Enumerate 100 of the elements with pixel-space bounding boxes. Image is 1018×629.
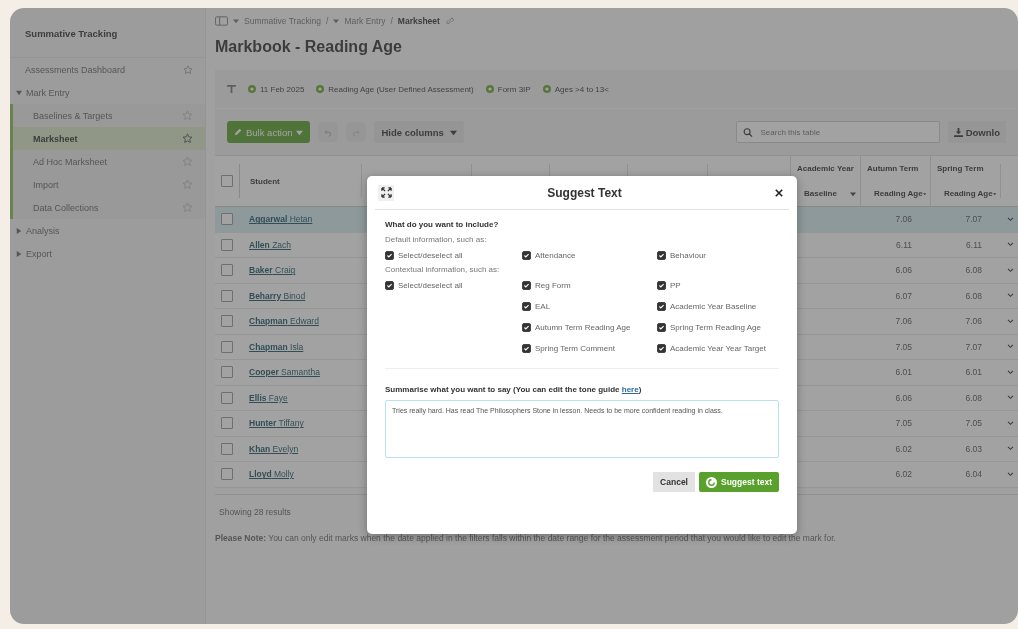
student-link[interactable]: Chapman Edward: [249, 316, 319, 327]
checkbox[interactable]: [385, 250, 394, 260]
checkbox-label[interactable]: Autumn Term Reading Age: [535, 322, 631, 332]
checkbox-label[interactable]: Behaviour: [670, 250, 707, 260]
caret-icon[interactable]: [333, 18, 340, 24]
checkbox-label[interactable]: Reg Form: [535, 280, 571, 290]
select-all-checkbox[interactable]: [221, 175, 233, 187]
sidebar-section[interactable]: Analysis: [10, 219, 205, 242]
column-header[interactable]: Reading Age: [861, 189, 930, 198]
star-icon[interactable]: [183, 64, 193, 75]
checkbox[interactable]: [657, 343, 666, 353]
column-header[interactable]: Reading Age: [931, 189, 1000, 198]
suggest-text-button[interactable]: Suggest text: [699, 472, 779, 492]
student-link[interactable]: Cooper Samantha: [249, 367, 320, 378]
student-link[interactable]: Khan Evelyn: [249, 443, 299, 454]
student-link[interactable]: Beharry Binod: [249, 290, 306, 301]
row-checkbox[interactable]: [221, 264, 233, 277]
chevron-icon[interactable]: [1006, 471, 1014, 477]
row-checkbox[interactable]: [221, 391, 233, 404]
checkbox[interactable]: [522, 322, 531, 332]
student-link[interactable]: Hunter Tiffany: [249, 418, 304, 429]
chevron-icon[interactable]: [1006, 344, 1014, 350]
student-link[interactable]: Ellis Faye: [249, 392, 288, 403]
breadcrumb-link[interactable]: Marksheet: [397, 16, 440, 26]
student-link[interactable]: Baker Craig: [249, 265, 296, 276]
checkbox[interactable]: [522, 250, 531, 260]
checkbox-label[interactable]: EAL: [535, 301, 551, 311]
chevron-icon[interactable]: [1006, 420, 1014, 426]
row-checkbox[interactable]: [221, 238, 233, 251]
sidebar-item[interactable]: Marksheet: [10, 127, 205, 150]
table-cell-text: 6.06: [894, 392, 913, 403]
star-icon[interactable]: [182, 133, 193, 144]
checkbox[interactable]: [522, 301, 531, 311]
download-button[interactable]: Downlo: [947, 121, 1006, 143]
filter-chip[interactable]: 11 Feb 2025: [248, 84, 305, 94]
breadcrumb-link[interactable]: Summative Tracking: [244, 16, 321, 26]
caret-icon[interactable]: [233, 18, 239, 24]
chevron-icon[interactable]: [1006, 318, 1014, 324]
chevron-icon[interactable]: [1006, 267, 1014, 273]
table-cell-text: 6.06: [894, 265, 913, 276]
checkbox-label[interactable]: Academic Year Year Target: [670, 343, 766, 353]
student-link[interactable]: Lloyd Molly: [249, 469, 294, 480]
chevron-icon[interactable]: [1006, 369, 1014, 375]
panel-icon[interactable]: [215, 16, 228, 26]
row-checkbox[interactable]: [221, 315, 233, 328]
table-cell-text: 7.07: [964, 214, 983, 225]
student-link[interactable]: Allen Zach: [249, 239, 292, 250]
row-checkbox[interactable]: [221, 417, 233, 430]
student-link[interactable]: Chapman Isla: [249, 341, 304, 352]
chevron-icon[interactable]: [1006, 216, 1014, 222]
checkbox[interactable]: [657, 301, 666, 311]
row-checkbox[interactable]: [221, 442, 233, 455]
checkbox[interactable]: [522, 280, 531, 290]
checkbox-label[interactable]: PP: [670, 280, 681, 290]
sidebar-item[interactable]: Assessments Dashboard: [10, 58, 205, 81]
breadcrumb-link[interactable]: Mark Entry: [344, 16, 386, 26]
checkbox-label[interactable]: Spring Term Comment: [535, 343, 615, 353]
checkbox-label[interactable]: Academic Year Baseline: [670, 301, 757, 311]
check-icon: [658, 251, 665, 259]
cancel-button[interactable]: Cancel: [653, 472, 695, 492]
checkbox[interactable]: [385, 280, 394, 290]
hide-columns-dropdown[interactable]: Hide columns: [374, 121, 464, 143]
filter-chip[interactable]: Reading Age (User Defined Assessment): [316, 84, 474, 94]
checkbox[interactable]: [657, 322, 666, 332]
filter-chip[interactable]: Form 3IP: [485, 84, 531, 94]
row-checkbox[interactable]: [221, 468, 233, 481]
tone-guide-link[interactable]: here: [621, 385, 639, 394]
table-cell-text: 6.04: [964, 469, 983, 480]
pencil-icon: [234, 128, 242, 136]
student-link[interactable]: Aggarwal Hetan: [249, 214, 313, 225]
check-icon: [658, 281, 665, 289]
close-button[interactable]: [775, 188, 783, 197]
checkbox-label[interactable]: Select/deselect all: [398, 280, 463, 290]
expand-button[interactable]: [378, 184, 394, 201]
row-checkbox[interactable]: [221, 289, 233, 302]
row-checkbox[interactable]: [221, 213, 233, 226]
filter-chip[interactable]: Ages >4 to 13<: [542, 84, 609, 94]
row-checkbox[interactable]: [221, 340, 233, 353]
filter-icon[interactable]: [227, 84, 236, 94]
checkbox-label[interactable]: Select/deselect all: [398, 250, 463, 260]
bulk-action-button[interactable]: Bulk action: [227, 121, 311, 143]
table-cell-text: 7.06: [964, 316, 983, 327]
checkbox[interactable]: [657, 250, 666, 260]
sidebar-section[interactable]: Mark Entry: [10, 81, 205, 104]
checkbox-label[interactable]: Attendance: [535, 250, 576, 260]
group-label: Contextual information, such as:: [385, 265, 501, 274]
row-checkbox[interactable]: [221, 366, 233, 379]
link-icon[interactable]: [444, 16, 455, 26]
checkbox-label[interactable]: Spring Term Reading Age: [670, 322, 762, 332]
chevron-icon[interactable]: [1006, 446, 1014, 452]
check-icon: [523, 281, 530, 289]
checkbox[interactable]: [657, 280, 666, 290]
sidebar-section[interactable]: Export: [10, 242, 205, 265]
caret-icon: [449, 128, 457, 136]
column-header[interactable]: Baseline: [791, 189, 860, 198]
column-header[interactable]: Student: [239, 164, 361, 198]
chevron-icon[interactable]: [1006, 395, 1014, 401]
chevron-icon[interactable]: [1006, 293, 1014, 299]
chevron-icon[interactable]: [1006, 242, 1014, 248]
checkbox[interactable]: [522, 343, 531, 353]
